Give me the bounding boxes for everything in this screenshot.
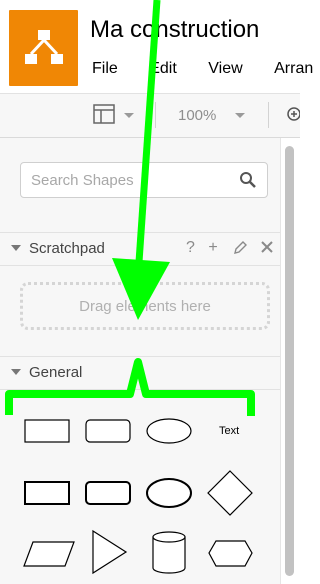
- ellipse-shape[interactable]: [146, 418, 192, 444]
- shape-palette: [23, 418, 253, 575]
- ellipse-bold-shape[interactable]: [146, 478, 192, 508]
- rounded-rectangle-shape[interactable]: [85, 419, 131, 443]
- scrollbar-thumb[interactable]: [285, 146, 294, 576]
- diamond-shape[interactable]: [207, 470, 253, 516]
- rectangle-shape[interactable]: [24, 419, 70, 443]
- triangle-shape[interactable]: [92, 529, 128, 575]
- text-shape[interactable]: Text: [219, 425, 239, 437]
- parallelogram-shape[interactable]: [23, 541, 75, 567]
- zoom-in-icon[interactable]: [286, 106, 300, 122]
- rounded-rectangle-bold-shape[interactable]: [85, 481, 131, 505]
- rectangle-bold-shape[interactable]: [24, 481, 70, 505]
- hexagon-shape[interactable]: [208, 540, 253, 567]
- cylinder-top: [152, 531, 186, 543]
